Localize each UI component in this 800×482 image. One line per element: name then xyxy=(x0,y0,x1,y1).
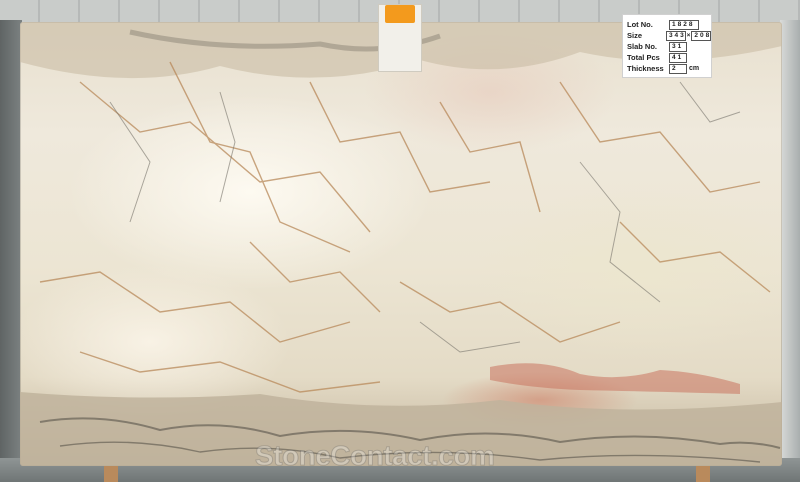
size-row: Size 343 × 208 xyxy=(627,30,711,41)
thickness-row: Thickness 2 cm xyxy=(627,63,711,74)
floor-support-left xyxy=(104,466,118,482)
adjacent-slab-left xyxy=(0,20,22,460)
thickness-value: 2 xyxy=(669,63,687,74)
size-width: 343 xyxy=(665,30,686,41)
gold-veins xyxy=(39,61,771,393)
floor-support-right xyxy=(696,466,710,482)
size-separator: × xyxy=(686,32,691,39)
thickness-unit: cm xyxy=(689,65,700,72)
warehouse-scene: Lot No. 1828 Size 343 × 208 Slab No. 31 … xyxy=(0,0,800,482)
slab-row: Slab No. 31 xyxy=(627,41,711,52)
lot-key: Lot No. xyxy=(627,20,653,29)
slab-hang-tag xyxy=(378,4,422,72)
size-height: 208 xyxy=(691,30,711,41)
lot-value: 1828 xyxy=(669,19,699,30)
lot-row: Lot No. 1828 xyxy=(627,19,711,30)
thickness-key: Thickness xyxy=(627,64,664,73)
pcs-key: Total Pcs xyxy=(627,53,660,62)
watermark: StoneContact.com xyxy=(255,440,496,472)
pcs-value: 41 xyxy=(669,52,687,63)
grey-veins xyxy=(109,81,741,353)
pcs-row: Total Pcs 41 xyxy=(627,52,711,63)
slab-info-label: Lot No. 1828 Size 343 × 208 Slab No. 31 … xyxy=(622,14,712,78)
adjacent-slab-right xyxy=(780,20,800,460)
quartzite-slab xyxy=(20,22,782,466)
rust-band xyxy=(490,363,740,394)
tag-clip xyxy=(385,5,415,23)
slab-value: 31 xyxy=(669,41,687,52)
slab-key: Slab No. xyxy=(627,42,658,51)
slab-veining xyxy=(20,22,782,466)
size-key: Size xyxy=(627,31,643,40)
